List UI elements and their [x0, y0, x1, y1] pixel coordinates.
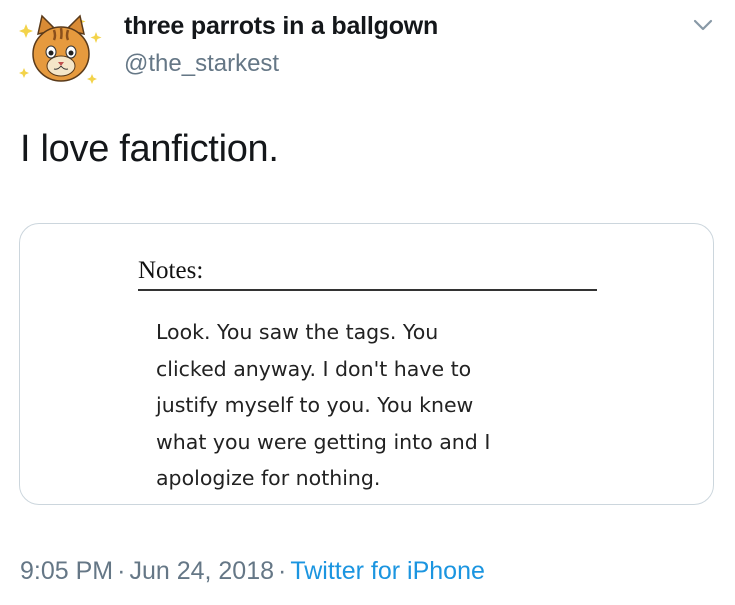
cat-face-avatar-icon [19, 14, 102, 84]
notes-line: clicked anyway. I don't have to [156, 356, 472, 381]
tweet-source-link[interactable]: Twitter for iPhone [290, 557, 485, 585]
tweet-date[interactable]: Jun 24, 2018 [129, 557, 274, 585]
notes-line: Look. You saw the tags. You [156, 320, 439, 344]
separator: · [117, 557, 126, 585]
avatar[interactable] [18, 12, 104, 92]
notes-line: justify myself to you. You knew [156, 393, 474, 417]
notes-divider [138, 289, 597, 291]
separator: · [278, 557, 287, 585]
notes-body: Look. You saw the tags. You clicked anyw… [156, 314, 586, 497]
notes-line: apologize for nothing. [156, 466, 381, 490]
tweet-text: I love fanfiction. [20, 128, 279, 170]
tweet: three parrots in a ballgown @the_starkes… [0, 0, 735, 605]
tweet-time[interactable]: 9:05 PM [20, 557, 113, 585]
tweet-footer: 9:05 PM · Jun 24, 2018 · Twitter for iPhone [20, 557, 485, 586]
notes-line: what you were getting into and I [156, 429, 491, 454]
user-handle[interactable]: @the_starkest [124, 50, 279, 78]
notes-heading: Notes: [138, 257, 204, 284]
chevron-down-icon[interactable] [690, 12, 716, 38]
display-name[interactable]: three parrots in a ballgown [124, 12, 438, 41]
